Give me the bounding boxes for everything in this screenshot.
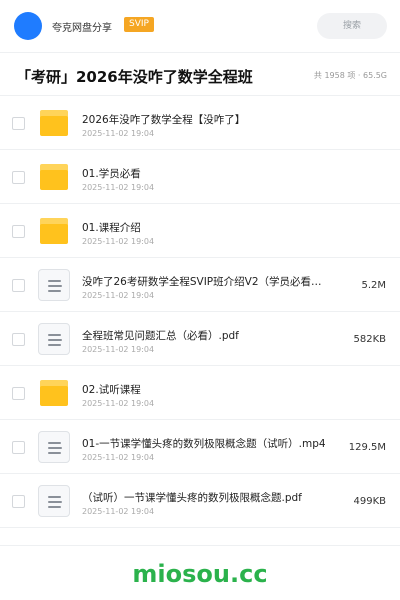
select-checkbox[interactable] [12, 333, 25, 346]
list-item[interactable]: 没咋了26考研数学全程SVIP班介绍V2（学员必看… 2025-11-02 19:… [0, 258, 400, 312]
file-date: 2025-11-02 19:04 [82, 507, 155, 516]
file-date: 2025-11-02 19:04 [82, 345, 155, 354]
select-checkbox[interactable] [12, 117, 25, 130]
file-name[interactable]: （试听）一节课学懂头疼的数列极限概念题.pdf [82, 490, 302, 505]
select-checkbox[interactable] [12, 441, 25, 454]
file-name[interactable]: 2026年没咋了数学全程【没咋了】 [82, 112, 245, 127]
file-size: 5.2M [361, 280, 386, 291]
list-item[interactable]: 01.课程介绍 2025-11-02 19:04 [0, 204, 400, 258]
list-item[interactable]: （试听）一节课学懂头疼的数列极限概念题.pdf 2025-11-02 19:04 4… [0, 474, 400, 528]
select-checkbox[interactable] [12, 225, 25, 238]
file-name[interactable]: 01-一节课学懂头疼的数列极限概念题（试听）.mp4 [82, 436, 326, 451]
list-item[interactable]: 01.学员必看 2025-11-02 19:04 [0, 150, 400, 204]
folder-icon [40, 218, 68, 244]
file-date: 2025-11-02 19:04 [82, 129, 155, 138]
file-date: 2025-11-02 19:04 [82, 453, 155, 462]
document-icon [38, 269, 70, 301]
file-date: 2025-11-02 19:04 [82, 237, 155, 246]
file-list: 2026年没咋了数学全程【没咋了】 2025-11-02 19:04 01.学员必看… [0, 96, 400, 528]
avatar[interactable] [14, 12, 42, 40]
file-date: 2025-11-02 19:04 [82, 291, 155, 300]
footer-divider [0, 545, 400, 546]
file-name[interactable]: 01.学员必看 [82, 166, 141, 181]
file-size: 499KB [353, 496, 386, 507]
document-icon [38, 485, 70, 517]
header-divider [0, 52, 400, 53]
brand-label: 夸克网盘分享 [52, 23, 112, 34]
document-icon [38, 431, 70, 463]
file-name[interactable]: 01.课程介绍 [82, 220, 141, 235]
file-size: 129.5M [348, 442, 386, 453]
folder-icon [40, 164, 68, 190]
select-checkbox[interactable] [12, 279, 25, 292]
file-name[interactable]: 02.试听课程 [82, 382, 141, 397]
share-meta: 共 1958 项 · 65.5G [313, 71, 387, 80]
document-icon [38, 323, 70, 355]
file-name[interactable]: 全程班常见问题汇总（必看）.pdf [82, 328, 239, 343]
list-item[interactable]: 2026年没咋了数学全程【没咋了】 2025-11-02 19:04 [0, 96, 400, 150]
select-checkbox[interactable] [12, 171, 25, 184]
file-size: 582KB [353, 334, 386, 345]
svip-badge: SVIP [124, 17, 154, 32]
folder-icon [40, 110, 68, 136]
file-date: 2025-11-02 19:04 [82, 399, 155, 408]
list-item[interactable]: 02.试听课程 2025-11-02 19:04 [0, 366, 400, 420]
folder-icon [40, 380, 68, 406]
select-checkbox[interactable] [12, 495, 25, 508]
file-name[interactable]: 没咋了26考研数学全程SVIP班介绍V2（学员必看… [82, 274, 322, 289]
watermark: miosou.cc [132, 560, 268, 588]
page-title: 「考研」2026年没咋了数学全程班 [16, 68, 253, 86]
search-input[interactable]: 搜索 [317, 13, 387, 39]
list-item[interactable]: 01-一节课学懂头疼的数列极限概念题（试听）.mp4 2025-11-02 19:… [0, 420, 400, 474]
list-item[interactable]: 全程班常见问题汇总（必看）.pdf 2025-11-02 19:04 582KB [0, 312, 400, 366]
select-checkbox[interactable] [12, 387, 25, 400]
app-header: 夸克网盘分享 SVIP 搜索 [0, 0, 400, 52]
file-date: 2025-11-02 19:04 [82, 183, 155, 192]
